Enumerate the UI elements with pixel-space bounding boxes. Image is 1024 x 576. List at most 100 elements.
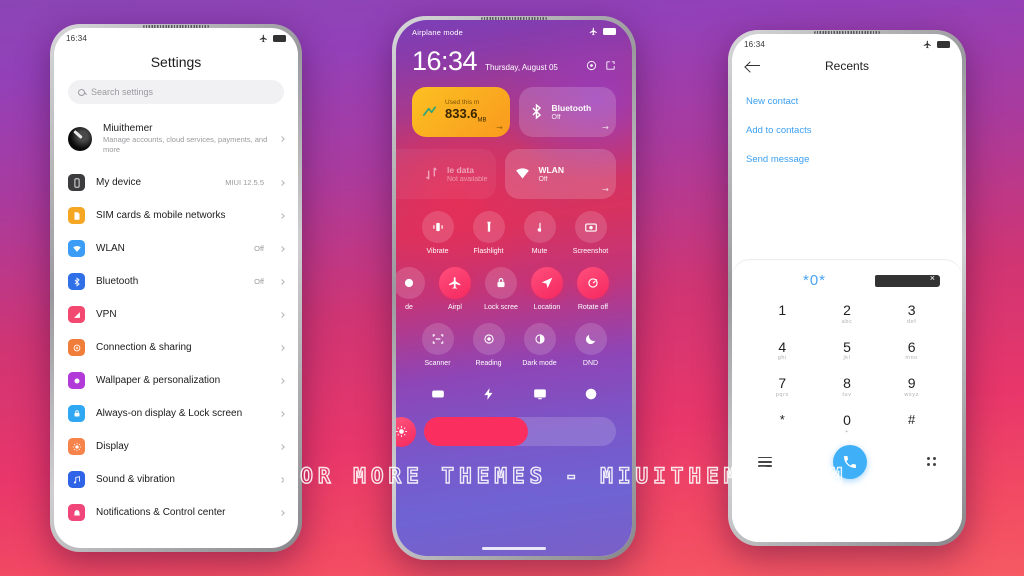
toggle-reading[interactable]: Reading — [463, 322, 514, 367]
key-star[interactable]: * — [750, 409, 815, 439]
toggle-vibrate[interactable]: Vibrate — [412, 210, 463, 255]
brightness-track[interactable] — [424, 417, 616, 447]
toggle-circle — [472, 210, 505, 243]
toggle-airpl[interactable]: Airpl — [432, 266, 478, 311]
settings-row-display[interactable]: Display — [54, 430, 298, 463]
settings-row-notifications-control-center[interactable]: Notifications & Control center — [54, 496, 298, 529]
contrast-icon — [585, 388, 596, 399]
airplane-icon — [589, 27, 597, 36]
brightness-button[interactable] — [396, 416, 416, 447]
chevron-right-icon — [279, 410, 285, 417]
quick-toggles-row-2: de Airpl Lock scree Location Rotate off — [396, 266, 616, 311]
lightning-icon — [483, 387, 492, 400]
earpiece-grille — [143, 25, 209, 28]
toggle-de[interactable]: de — [396, 266, 432, 311]
key-0[interactable]: 0 + — [815, 409, 880, 439]
settings-row-my-device[interactable]: My device MIUI 12.5.5 — [54, 166, 298, 199]
key-9[interactable]: 9 wxyz — [879, 372, 944, 402]
key-hash[interactable]: # — [879, 409, 944, 439]
settings-row-connection-sharing[interactable]: Connection & sharing — [54, 331, 298, 364]
expand-arrow-icon[interactable]: ↗ — [600, 122, 611, 133]
expand-arrow-icon[interactable]: ↗ — [494, 122, 505, 133]
shortcut-screen-record[interactable] — [412, 381, 463, 407]
shortcut-lightning[interactable] — [463, 381, 514, 407]
settings-row-wallpaper-personalization[interactable]: Wallpaper & personalization — [54, 364, 298, 397]
toggle-dark-mode[interactable]: Dark mode — [514, 322, 565, 367]
key-4[interactable]: 4 ghi — [750, 336, 815, 366]
key-letters: def — [906, 318, 917, 325]
toggle-dnd[interactable]: DND — [565, 322, 616, 367]
expand-arrow-icon[interactable]: ↗ — [600, 184, 611, 195]
key-digit: 0 — [843, 412, 851, 429]
vpn-icon — [68, 306, 85, 324]
status-bar-right: 16:34 — [732, 34, 962, 51]
airplane-icon — [259, 34, 267, 43]
chevron-right-icon — [279, 212, 285, 219]
tile-wlan[interactable]: WLAN Off ↗ — [505, 148, 616, 199]
back-arrow-icon[interactable] — [746, 61, 760, 71]
brightness-icon — [396, 426, 407, 438]
settings-gear-icon[interactable] — [586, 60, 597, 71]
dialer-number-row: *0* — [750, 260, 944, 299]
key-1[interactable]: 1 — [750, 299, 815, 329]
key-2[interactable]: 2 abc — [815, 299, 880, 329]
shortcut-contrast[interactable] — [565, 381, 616, 407]
clock-row: 16:34 Thursday, August 05 — [412, 48, 616, 75]
toggle-scanner[interactable]: Scanner — [412, 322, 463, 367]
toggle-label: Scanner — [424, 359, 451, 367]
key-letters: pqrs — [775, 392, 789, 399]
toggle-screenshot[interactable]: Screenshot — [565, 210, 616, 255]
date-label: Thursday, August 05 — [485, 62, 558, 72]
settings-row-wlan[interactable]: WLAN Off — [54, 232, 298, 265]
toggle-rotate-off[interactable]: Rotate off — [570, 266, 616, 311]
brightness-slider[interactable] — [396, 416, 616, 447]
status-icons — [259, 34, 286, 43]
toggle-label: DND — [582, 359, 599, 367]
status-bar-middle: Airplane mode — [412, 20, 616, 37]
toggle-location[interactable]: Location — [524, 266, 570, 311]
key-5[interactable]: 5 jkl — [815, 336, 880, 366]
search-input[interactable]: Search settings — [68, 80, 284, 104]
tile-mobile-data[interactable]: le data Not available — [396, 148, 497, 199]
settings-row-label: WLAN — [96, 243, 125, 255]
account-row[interactable]: Miuithemer Manage accounts, cloud servic… — [54, 116, 298, 166]
status-bar-left: 16:34 — [54, 28, 298, 45]
settings-row-vpn[interactable]: VPN — [54, 298, 298, 331]
avatar — [68, 127, 92, 152]
status-icons — [589, 27, 616, 36]
key-7[interactable]: 7 pqrs — [750, 372, 815, 402]
shortcut-cast[interactable] — [514, 381, 565, 407]
chevron-right-icon — [279, 136, 285, 142]
toggle-circle — [523, 210, 556, 243]
toggle-lock-scree[interactable]: Lock scree — [478, 266, 524, 311]
edit-icon[interactable] — [605, 60, 616, 71]
tile-data-usage[interactable]: Used this m 833.6MB ↗ — [412, 86, 510, 137]
earpiece-grille — [481, 17, 547, 20]
battery-icon — [603, 28, 616, 35]
tile-bluetooth[interactable]: Bluetooth Off ↗ — [518, 86, 616, 137]
key-letters: ghi — [777, 355, 787, 362]
data-usage-icon — [422, 106, 437, 117]
recents-link-send-message[interactable]: Send message — [746, 145, 948, 174]
toggle-mute[interactable]: Mute — [514, 210, 565, 255]
bluetooth-icon — [68, 273, 85, 291]
bell-icon — [73, 509, 80, 516]
toggle-flashlight[interactable]: Flashlight — [463, 210, 514, 255]
quick-toggles-row-3: Scanner Reading Dark mode DND — [412, 322, 616, 367]
bell-icon — [68, 504, 85, 522]
tile-sub: Not available — [447, 175, 488, 183]
recents-header: Recents — [746, 51, 948, 87]
recents-link-add-to-contacts[interactable]: Add to contacts — [746, 116, 948, 145]
tile-label: le data — [447, 164, 474, 175]
settings-row-sim-cards-mobile-networks[interactable]: SIM cards & mobile networks — [54, 199, 298, 232]
key-6[interactable]: 6 mno — [879, 336, 944, 366]
airplane-mode-label: Airplane mode — [412, 28, 463, 37]
key-3[interactable]: 3 def — [879, 299, 944, 329]
account-name: Miuithemer — [103, 123, 153, 134]
earpiece-grille — [814, 31, 880, 34]
settings-row-bluetooth[interactable]: Bluetooth Off — [54, 265, 298, 298]
recents-link-new-contact[interactable]: New contact — [746, 87, 948, 116]
key-8[interactable]: 8 tuv — [815, 372, 880, 402]
backspace-icon[interactable] — [875, 273, 940, 287]
settings-row-always-on-display-lock-screen[interactable]: Always-on display & Lock screen — [54, 397, 298, 430]
